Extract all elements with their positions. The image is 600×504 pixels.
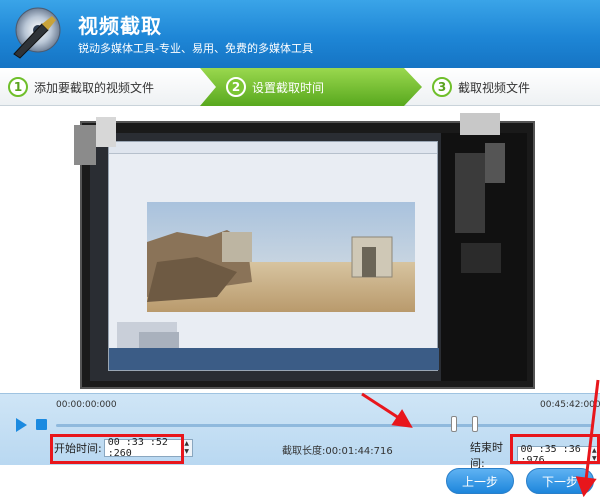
step-2: 2 设置截取时间 (226, 68, 324, 106)
step-1: 1 添加要截取的视频文件 (8, 68, 154, 106)
step-number: 3 (432, 77, 452, 97)
step-label: 设置截取时间 (252, 80, 325, 95)
end-handle[interactable] (472, 416, 478, 432)
taskbar (109, 348, 439, 370)
timeline-start-time: 00:00:00:000 (56, 400, 117, 410)
step-number: 2 (226, 77, 246, 97)
desert-scene-image (147, 202, 415, 312)
pixelated-region (96, 117, 116, 147)
end-time-label: 结束时间: (470, 441, 503, 470)
step-label: 截取视频文件 (458, 80, 531, 95)
start-time-highlight (50, 434, 184, 464)
preview-area (0, 107, 600, 393)
pixelated-region (74, 125, 96, 165)
step-wizard-bar: 1 添加要截取的视频文件 2 设置截取时间 3 截取视频文件 (0, 68, 600, 106)
step-3: 3 截取视频文件 (432, 68, 530, 106)
prev-step-button[interactable]: 上一步 (446, 468, 514, 494)
screen-titlebar (109, 142, 437, 154)
timeline-slider[interactable] (56, 424, 592, 427)
duration-value: 00:01:44:716 (325, 446, 393, 457)
video-frame-content (90, 133, 527, 381)
pixelated-region (460, 113, 500, 135)
start-handle[interactable] (451, 416, 457, 432)
duration-label: 截取长度: (282, 446, 326, 457)
app-subtitle: 锐动多媒体工具-专业、易用、免费的多媒体工具 (78, 42, 313, 55)
video-screen-content (108, 141, 439, 371)
step-number: 1 (8, 77, 28, 97)
duration-text: 截取长度:00:01:44:716 (282, 442, 393, 457)
video-preview (80, 121, 535, 389)
timeline-end-time: 00:45:42:000 (540, 400, 600, 410)
app-header: 视频截取 锐动多媒体工具-专业、易用、免费的多媒体工具 (0, 0, 600, 68)
play-icon[interactable] (16, 418, 27, 432)
film-reel-icon (13, 7, 61, 59)
step-label: 添加要截取的视频文件 (34, 80, 155, 95)
pixelated-region (441, 133, 527, 381)
end-time-highlight (510, 434, 600, 464)
next-step-button[interactable]: 下一步 (526, 468, 594, 494)
app-title: 视频截取 (78, 14, 162, 38)
stop-icon[interactable] (36, 419, 47, 430)
